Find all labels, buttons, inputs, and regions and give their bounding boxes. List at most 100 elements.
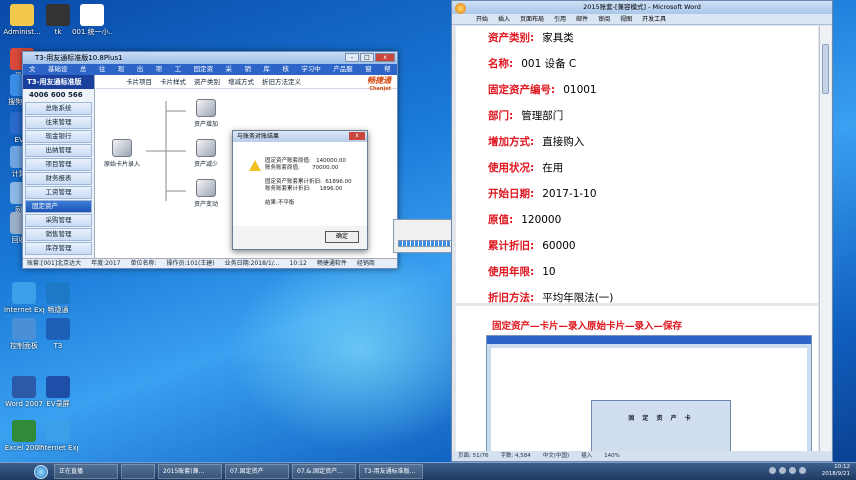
- ribbon-tab[interactable]: 开发工具: [642, 14, 666, 24]
- ribbon-tab[interactable]: 开始: [476, 14, 488, 24]
- field-label: 原值:: [488, 214, 514, 226]
- desktop-icon[interactable]: 畅捷通: [38, 282, 78, 314]
- field-value: 10: [542, 266, 556, 278]
- asset-decrease-icon: [196, 139, 216, 157]
- menu-item[interactable]: 销售: [244, 64, 257, 84]
- taskbar-item[interactable]: 2015账套(兼...: [158, 464, 222, 479]
- menu-item[interactable]: 出纳: [137, 64, 150, 84]
- status-field: 年度:2017: [91, 260, 121, 267]
- sidebar-nav-item[interactable]: 项目管理: [25, 158, 92, 171]
- menu-item[interactable]: 往来: [99, 64, 112, 84]
- reconcile-dialog[interactable]: 与账务对账结果 x 固定资产账套原值: 140000.00 账务账套原值: 700…: [232, 130, 368, 250]
- clock-time: 10:12: [834, 464, 850, 470]
- word-vertical-scrollbar[interactable]: [819, 26, 831, 451]
- ribbon-tab[interactable]: 视图: [620, 14, 632, 24]
- taskbar-item[interactable]: 07.固定资产: [225, 464, 289, 479]
- desktop-icon[interactable]: Administ...: [2, 4, 42, 36]
- toolbar-button[interactable]: 资产类别: [194, 75, 220, 88]
- desktop-icon[interactable]: 001.统一小..规模纳税人...: [72, 4, 112, 36]
- maximize-button[interactable]: □: [360, 53, 374, 62]
- office-button-icon[interactable]: [455, 3, 466, 14]
- sidebar-nav-item[interactable]: 库存管理: [25, 242, 92, 255]
- t3-brand: T3-用友通标准版: [23, 75, 94, 89]
- dialog-line: 账务账套原值: 70000.00: [265, 165, 339, 171]
- sidebar-nav-item[interactable]: 往来管理: [25, 116, 92, 129]
- field-value: 直接购入: [542, 136, 585, 148]
- flow-original-card-entry[interactable]: 原始卡片录入: [104, 139, 140, 168]
- sidebar-nav-item[interactable]: 销售管理: [25, 228, 92, 241]
- toolbar-button[interactable]: 卡片样式: [160, 75, 186, 88]
- toolbar-button[interactable]: 卡片项目: [126, 75, 152, 88]
- ribbon-tab[interactable]: 引用: [554, 14, 566, 24]
- taskbar-item[interactable]: 07.&.固定资产...: [292, 464, 356, 479]
- app-icon: [46, 420, 70, 442]
- tray-icon[interactable]: [769, 467, 776, 474]
- flow-asset-decrease[interactable]: 资产减少: [188, 139, 224, 168]
- asset-field-row: 原值: 120000: [488, 212, 561, 227]
- taskbar-item[interactable]: [121, 464, 155, 479]
- flow-asset-change[interactable]: 资产变动: [188, 179, 224, 208]
- menu-item[interactable]: 基础设置: [48, 64, 74, 84]
- warning-icon: [249, 160, 261, 171]
- menu-item[interactable]: 工资: [175, 64, 188, 84]
- menu-item[interactable]: 现金: [118, 64, 131, 84]
- close-button[interactable]: x: [375, 53, 395, 62]
- ribbon-tab[interactable]: 插入: [498, 14, 510, 24]
- dialog-close-button[interactable]: x: [349, 132, 365, 140]
- minimize-button[interactable]: -: [345, 53, 359, 62]
- chanjet-logo-text: 畅捷通: [367, 76, 391, 85]
- sidebar-nav-item[interactable]: 工资管理: [25, 186, 92, 199]
- sidebar-nav-item[interactable]: 固定资产: [25, 200, 92, 213]
- app-icon: [46, 282, 70, 304]
- sidebar-nav-item[interactable]: 总账系统: [25, 102, 92, 115]
- taskbar-item[interactable]: 正在直播: [54, 464, 118, 479]
- flow-asset-increase[interactable]: 资产增加: [188, 99, 224, 128]
- clock[interactable]: 10:12 2018/9/21: [822, 464, 850, 478]
- taskbar: 正在直播 2015账套(兼... 07.固定资产 07.&.固定资产... T3-用友通…: [0, 462, 856, 480]
- scrollbar-thumb[interactable]: [822, 44, 829, 94]
- sidebar-nav-item[interactable]: 出纳管理: [25, 144, 92, 157]
- ribbon-tab[interactable]: 页面布局: [520, 14, 544, 24]
- menu-item[interactable]: 产品服务: [333, 64, 359, 84]
- menu-item[interactable]: 库存: [263, 64, 276, 84]
- desktop-icon-label: T3: [53, 342, 63, 350]
- word-window[interactable]: 2015账套-[兼容模式] - Microsoft Word 开始 插入 页面布局引…: [451, 0, 833, 462]
- desktop-icon[interactable]: Internet Explorer: [38, 420, 78, 452]
- embedded-asset-card: 固 定 资 产 卡: [591, 400, 731, 451]
- toolbar-button[interactable]: 折旧方法定义: [262, 75, 301, 88]
- menu-item[interactable]: 采购: [225, 64, 238, 84]
- menu-item[interactable]: 帮助: [384, 64, 397, 84]
- ribbon-tab[interactable]: 邮件: [576, 14, 588, 24]
- card-entry-icon: [112, 139, 132, 157]
- taskbar-item[interactable]: T3-用友通标准版...: [359, 464, 423, 479]
- sidebar-nav-item[interactable]: 财务报表: [25, 172, 92, 185]
- menu-item[interactable]: 核算: [282, 64, 295, 84]
- sidebar-nav-item[interactable]: 现金银行: [25, 130, 92, 143]
- start-button[interactable]: [34, 464, 48, 479]
- ribbon-tab[interactable]: 审阅: [598, 14, 610, 24]
- menu-item[interactable]: 窗口: [365, 64, 378, 84]
- desktop-icon[interactable]: EV录屏: [38, 376, 78, 408]
- t3-title-bar[interactable]: T3-用友通标准版10.8Plus1 - □ x: [23, 52, 397, 64]
- menu-item[interactable]: 总账: [80, 64, 93, 84]
- menu-item[interactable]: 学习中心: [301, 64, 327, 84]
- t3-toolbar: 卡片项目 卡片样式 资产类别 增减方式 折旧方法定义: [96, 75, 397, 89]
- ok-button[interactable]: 确定: [325, 231, 359, 243]
- tray-icon[interactable]: [799, 467, 806, 474]
- toolbar-button[interactable]: 增减方式: [228, 75, 254, 88]
- word-title-bar[interactable]: 2015账套-[兼容模式] - Microsoft Word: [452, 1, 832, 14]
- asset-field-row: 资产类别: 家具类: [488, 30, 574, 45]
- dialog-title-bar[interactable]: 与账务对账结果 x: [233, 131, 367, 142]
- menu-item[interactable]: 文件: [29, 64, 42, 84]
- tray-icon[interactable]: [789, 467, 796, 474]
- t3-window-controls: - □ x: [345, 53, 395, 62]
- flow-label: 资产减少: [193, 161, 218, 168]
- sidebar-nav-item[interactable]: 采购管理: [25, 214, 92, 227]
- menu-item[interactable]: 固定资产: [194, 64, 220, 84]
- word-document-page[interactable]: 资产类别: 家具类 名称: 001 设备 C 固定资产编号: 01001 部门: 管理部门 增加…: [456, 26, 818, 451]
- desktop-icon[interactable]: T3: [38, 318, 78, 350]
- menu-item[interactable]: 项目: [156, 64, 169, 84]
- status-field: 业务日期:2018/1/...: [224, 260, 280, 267]
- asset-field-row: 累计折旧: 60000: [488, 238, 576, 253]
- tray-icon[interactable]: [779, 467, 786, 474]
